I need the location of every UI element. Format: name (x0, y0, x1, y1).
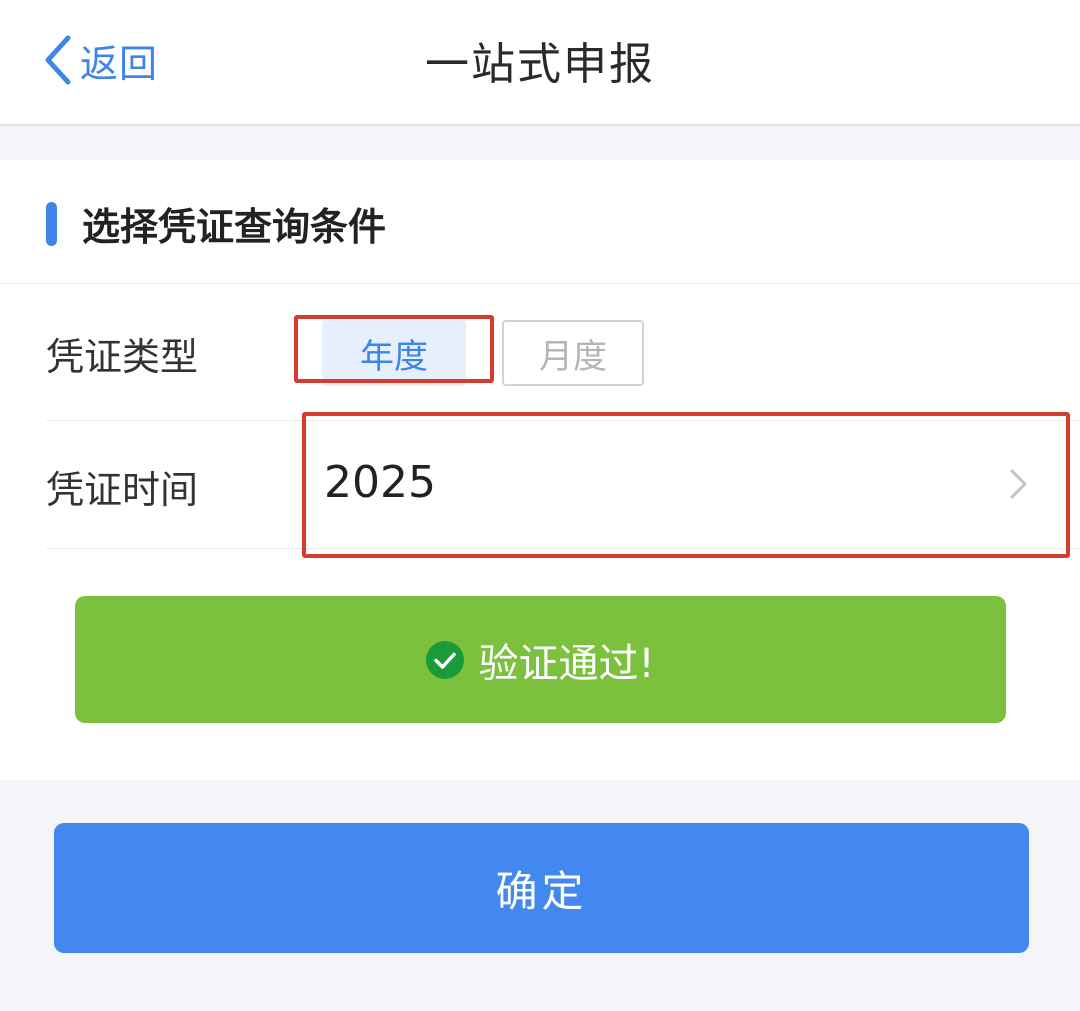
check-circle-icon (426, 640, 465, 679)
voucher-time-row: 凭证时间 2025 (46, 421, 1080, 549)
voucher-time-value: 2025 (324, 457, 436, 508)
voucher-type-label: 凭证类型 (46, 335, 199, 379)
section-title: 选择凭证查询条件 (82, 205, 387, 249)
nav-bar: 返回 一站式申报 (0, 0, 1080, 126)
voucher-time-label: 凭证时间 (46, 468, 199, 512)
type-option-month[interactable]: 月度 (502, 320, 644, 386)
chevron-right-icon (1010, 469, 1027, 499)
section-accent-bar (46, 202, 57, 246)
verification-banner: 验证通过! (75, 596, 1006, 723)
query-panel: 选择凭证查询条件 凭证类型 年度 月度 凭证时间 2025 验证通过! (0, 160, 1080, 780)
confirm-button[interactable]: 确定 (54, 823, 1029, 953)
voucher-type-row: 凭证类型 年度 月度 (46, 284, 1080, 421)
verification-message: 验证通过! (478, 640, 655, 687)
type-option-year[interactable]: 年度 (322, 320, 466, 386)
voucher-time-picker[interactable]: 2025 (304, 421, 1080, 549)
page-title: 一站式申报 (425, 39, 655, 90)
section-header: 选择凭证查询条件 (0, 160, 1080, 284)
